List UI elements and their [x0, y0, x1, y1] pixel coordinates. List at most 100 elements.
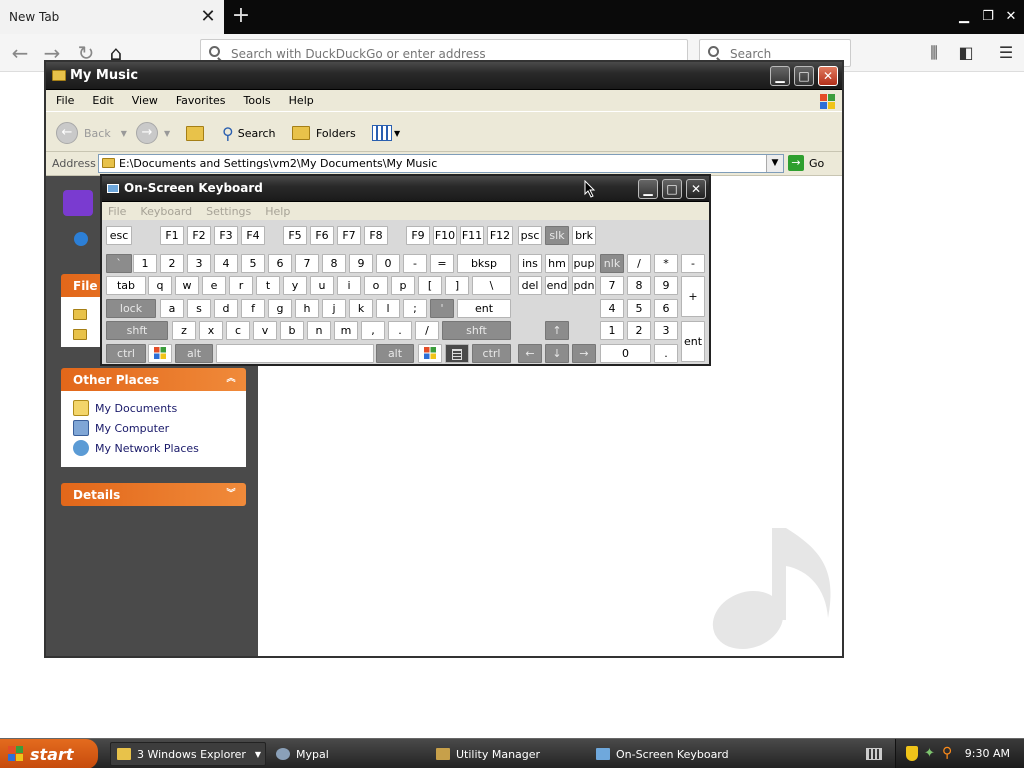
key-f4[interactable]: F4 [241, 226, 265, 245]
key-a[interactable]: a [160, 299, 184, 318]
close-button[interactable]: ✕ [818, 66, 838, 86]
key-left-alt[interactable]: alt [175, 344, 213, 363]
back-button[interactable]: ← Back ▼ [56, 120, 127, 146]
new-tab-icon[interactable]: + [228, 3, 254, 29]
key-z[interactable]: z [172, 321, 196, 340]
key-l[interactable]: l [376, 299, 400, 318]
task-windows-explorer[interactable]: 3 Windows Explorer ▼ [110, 742, 266, 766]
close-icon[interactable]: ✕ [1000, 6, 1022, 28]
key-q[interactable]: q [148, 276, 172, 295]
key-7[interactable]: 7 [295, 254, 319, 273]
network-tray-icon[interactable]: ✦ [924, 747, 938, 761]
start-button[interactable]: start [0, 739, 98, 768]
browser-tab[interactable]: New Tab [0, 0, 224, 34]
key-w[interactable]: w [175, 276, 199, 295]
key-0[interactable]: 0 [376, 254, 400, 273]
views-button[interactable]: ▼ [372, 120, 400, 146]
key-f8[interactable]: F8 [364, 226, 388, 245]
task-on-screen-keyboard[interactable]: On-Screen Keyboard [590, 742, 740, 766]
key-p[interactable]: p [391, 276, 415, 295]
address-field[interactable]: ▼ [98, 154, 784, 173]
key-numpad-enter[interactable]: ent [681, 321, 705, 362]
key-f9[interactable]: F9 [406, 226, 430, 245]
minimize-icon[interactable]: ▁ [953, 6, 975, 28]
key-space[interactable] [216, 344, 374, 363]
key-numpad-add[interactable]: + [681, 276, 705, 317]
key-left-shift[interactable]: shft [106, 321, 168, 340]
key-context-menu[interactable] [445, 344, 469, 363]
key-psc[interactable]: psc [518, 226, 542, 245]
key-u[interactable]: u [310, 276, 334, 295]
key-5[interactable]: 5 [241, 254, 265, 273]
link-my-computer[interactable]: My Computer [73, 418, 246, 438]
key-numpad-1[interactable]: 1 [600, 321, 624, 340]
osk-menu-file[interactable]: File [102, 205, 134, 218]
key-3[interactable]: 3 [187, 254, 211, 273]
key-g[interactable]: g [268, 299, 292, 318]
key-ins[interactable]: ins [518, 254, 542, 273]
forward-button[interactable]: → ▼ [136, 120, 170, 146]
key-brk[interactable]: brk [572, 226, 596, 245]
address-dropdown-icon[interactable]: ▼ [766, 155, 783, 172]
key-numpad-8[interactable]: 8 [627, 276, 651, 295]
library-icon[interactable]: ⫼ [922, 41, 946, 65]
key-2[interactable]: 2 [160, 254, 184, 273]
other-places-header[interactable]: Other Places ︽ [61, 368, 246, 391]
key-pdn[interactable]: pdn [572, 276, 596, 295]
menu-help[interactable]: Help [279, 94, 322, 107]
osk-menu-settings[interactable]: Settings [200, 205, 259, 218]
key-d[interactable]: d [214, 299, 238, 318]
menu-file[interactable]: File [46, 94, 82, 107]
go-button[interactable]: → Go [788, 155, 824, 171]
key-slk[interactable]: slk [545, 226, 569, 245]
key-hm[interactable]: hm [545, 254, 569, 273]
key-r[interactable]: r [229, 276, 253, 295]
key-down-arrow[interactable]: ↓ [545, 344, 569, 363]
key-comma[interactable]: , [361, 321, 385, 340]
key-up-arrow[interactable]: ↑ [545, 321, 569, 340]
key-period[interactable]: . [388, 321, 412, 340]
key-right-shift[interactable]: shft [442, 321, 511, 340]
back-icon[interactable]: ← [8, 41, 32, 65]
key-right-ctrl[interactable]: ctrl [472, 344, 511, 363]
key-tab[interactable]: tab [106, 276, 146, 295]
sidebar-icon[interactable]: ◧ [954, 41, 978, 65]
key-del[interactable]: del [518, 276, 542, 295]
key-numpad-subtract[interactable]: - [681, 254, 705, 273]
details-header[interactable]: Details ︾ [61, 483, 246, 506]
key-numpad-3[interactable]: 3 [654, 321, 678, 340]
expand-icon[interactable]: ︾ [224, 487, 238, 501]
key-j[interactable]: j [322, 299, 346, 318]
collapse-icon[interactable]: ︽ [224, 372, 238, 386]
key-f11[interactable]: F11 [460, 226, 484, 245]
key-i[interactable]: i [337, 276, 361, 295]
key-numpad-5[interactable]: 5 [627, 299, 651, 318]
key-pup[interactable]: pup [572, 254, 596, 273]
key-right-windows[interactable] [418, 344, 442, 363]
tab-close-icon[interactable]: ✕ [198, 7, 218, 27]
task-utility-manager[interactable]: Utility Manager [430, 742, 580, 766]
maximize-button[interactable]: □ [794, 66, 814, 86]
key-equals[interactable]: = [430, 254, 454, 273]
key-f[interactable]: f [241, 299, 265, 318]
osk-menu-keyboard[interactable]: Keyboard [134, 205, 200, 218]
search-button[interactable]: ⚲ Search [222, 120, 276, 146]
key-b[interactable]: b [280, 321, 304, 340]
key-f2[interactable]: F2 [187, 226, 211, 245]
key-numpad-multiply[interactable]: * [654, 254, 678, 273]
key-t[interactable]: t [256, 276, 280, 295]
folders-button[interactable]: Folders [292, 120, 356, 146]
key-left-windows[interactable] [148, 344, 172, 363]
restore-icon[interactable]: ❐ [977, 6, 999, 28]
key-f1[interactable]: F1 [160, 226, 184, 245]
key-y[interactable]: y [283, 276, 307, 295]
key-numpad-2[interactable]: 2 [627, 321, 651, 340]
key-caps-lock[interactable]: lock [106, 299, 156, 318]
minimize-button[interactable]: ▁ [770, 66, 790, 86]
osk-minimize-button[interactable]: ▁ [638, 179, 658, 199]
key-s[interactable]: s [187, 299, 211, 318]
key-f10[interactable]: F10 [433, 226, 457, 245]
security-shield-icon[interactable] [906, 746, 918, 761]
menu-edit[interactable]: Edit [82, 94, 121, 107]
menu-view[interactable]: View [122, 94, 166, 107]
